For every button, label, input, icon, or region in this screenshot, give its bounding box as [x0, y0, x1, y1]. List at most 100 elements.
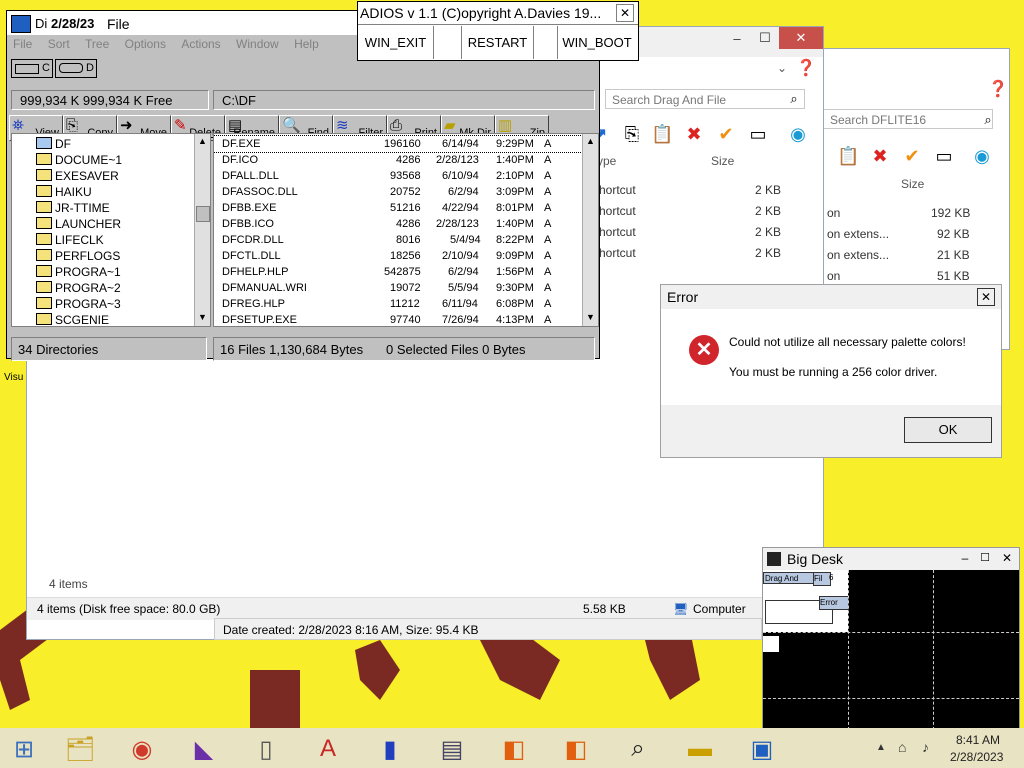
df-app-icon[interactable]: ▣	[738, 731, 786, 767]
tree-item[interactable]: JR-TTIME	[36, 200, 110, 216]
file-row[interactable]: DFASSOC.DLL 20752 6/2/94 3:09PM A	[214, 184, 584, 200]
file-row[interactable]: DFCTL.DLL 18256 2/10/94 9:09PM A	[214, 248, 584, 264]
help-icon[interactable]: ❓	[795, 58, 817, 80]
volume-icon[interactable]: ♪	[922, 739, 929, 755]
menu-tree[interactable]: Tree	[85, 37, 109, 51]
minimize-button[interactable]: –	[957, 550, 973, 566]
file-row[interactable]: DFHELP.HLP 542875 6/2/94 1:56PM A	[214, 264, 584, 280]
close-button[interactable]: ✕	[779, 27, 823, 49]
df-app-icon[interactable]	[11, 15, 31, 33]
column-header-size[interactable]: Size	[711, 154, 734, 168]
close-icon[interactable]: ✕	[616, 4, 634, 22]
rename-icon[interactable]: ▭	[747, 123, 769, 145]
file-explorer-icon[interactable]: 🗂	[56, 731, 104, 767]
windows-logo-app-2-icon[interactable]: ◧	[552, 731, 600, 767]
maximize-button[interactable]: ☐	[751, 27, 779, 49]
copy-icon[interactable]: ⎘	[621, 123, 643, 145]
mini-window[interactable]: Error	[819, 596, 849, 610]
tree-item[interactable]: HAIKU	[36, 184, 92, 200]
tree-item[interactable]: PROGRA~2	[36, 280, 121, 296]
list-item-type[interactable]: hortcut	[599, 246, 636, 260]
file-row[interactable]: DFALL.DLL 93568 6/10/94 2:10PM A	[214, 168, 584, 184]
adios-title-bar[interactable]: ADIOS v 1.1 (C)opyright A.Davies 19... ✕	[358, 2, 638, 25]
tree-item[interactable]: PROGRA~1	[36, 264, 121, 280]
menu-options[interactable]: Options	[125, 37, 166, 51]
list-item-type[interactable]: on	[827, 206, 840, 220]
file-row[interactable]: DFBB.ICO 4286 2/28/123 1:40PM A	[214, 216, 584, 232]
visual-studio-icon[interactable]: ◣	[180, 731, 228, 767]
search-icon[interactable]: ⌕	[977, 109, 999, 131]
list-item-type[interactable]: hortcut	[599, 204, 636, 218]
scroll-up-icon[interactable]: ▲	[586, 136, 595, 146]
tree-item[interactable]: PROGRA~3	[36, 296, 121, 312]
error-dialog[interactable]: Error ✕ ✕ Could not utilize all necessar…	[660, 284, 1002, 458]
windows-start-icon[interactable]: ⊞	[0, 731, 48, 767]
file-row[interactable]: DF.ICO 4286 2/28/123 1:40PM A	[214, 152, 584, 168]
restart-button[interactable]: RESTART	[462, 26, 534, 59]
error-title-bar[interactable]: Error ✕	[661, 285, 1001, 309]
virtual-desktop-map[interactable]: Drag And Fil 6 Error	[763, 570, 1019, 730]
file-row[interactable]: DFMANUAL.WRI 19072 5/5/94 9:30PM A	[214, 280, 584, 296]
magnifier-app-icon[interactable]: ⌕	[614, 731, 662, 767]
file-list[interactable]: DF.EXE 196160 6/14/94 9:29PM A DF.ICO 4286 2/2…	[213, 133, 599, 327]
file-row[interactable]: DFBB.EXE 51216 4/22/94 8:01PM A	[214, 200, 584, 216]
drive-d-button[interactable]: D	[55, 59, 97, 78]
scroll-up-icon[interactable]: ▲	[198, 136, 207, 146]
network-icon[interactable]: ⌂	[898, 739, 906, 755]
close-icon[interactable]: ✕	[977, 288, 995, 306]
properties-icon[interactable]: ◉	[787, 123, 809, 145]
menu-window[interactable]: Window	[236, 37, 279, 51]
virtual-desktop-tile[interactable]	[763, 636, 779, 652]
win-boot-button[interactable]: WIN_BOOT	[558, 26, 636, 59]
paste-icon[interactable]: 📋	[651, 123, 673, 145]
clock-time[interactable]: 8:41 AM	[956, 733, 1000, 747]
properties-icon[interactable]: ◉	[971, 145, 993, 167]
tree-item[interactable]: EXESAVER	[36, 168, 119, 184]
close-button[interactable]: ✕	[999, 550, 1015, 566]
search-input[interactable]: Search Drag And File	[605, 89, 805, 109]
checkmark-icon[interactable]: ✔	[715, 123, 737, 145]
chrome-icon[interactable]: ◉	[118, 731, 166, 767]
ok-button[interactable]: OK	[904, 417, 992, 443]
column-header-size[interactable]: Size	[901, 177, 924, 191]
df-window[interactable]: Di 2/28/23 File File Sort Tree Options A…	[6, 10, 600, 361]
file-row[interactable]: DFREG.HLP 11212 6/11/94 6:08PM A	[214, 296, 584, 312]
taxi-app-icon[interactable]: ▬	[676, 731, 724, 767]
file-list-scrollbar[interactable]: ▲ ▼	[582, 134, 598, 326]
list-item-type[interactable]: on extens...	[827, 248, 889, 262]
tree-item[interactable]: LAUNCHER	[36, 216, 121, 232]
paste-icon[interactable]: 📋	[837, 145, 859, 167]
usb-app-icon[interactable]: ▮	[366, 731, 414, 767]
minimize-button[interactable]: –	[723, 27, 751, 49]
text-editor-icon[interactable]: ▤	[428, 731, 476, 767]
delete-icon[interactable]: ✖	[683, 123, 705, 145]
menu-help[interactable]: Help	[294, 37, 319, 51]
menu-file[interactable]: File	[13, 37, 32, 51]
adios-window[interactable]: ADIOS v 1.1 (C)opyright A.Davies 19... ✕…	[357, 1, 639, 61]
file-row[interactable]: DFCDR.DLL 8016 5/4/94 8:22PM A	[214, 232, 584, 248]
directory-tree[interactable]: DF DOCUME~1 EXESAVER HAIKU JR-TTIME LAUN…	[11, 133, 211, 327]
show-hidden-icons-icon[interactable]: ▲	[876, 742, 886, 753]
chevron-down-icon[interactable]: ⌄	[771, 57, 793, 79]
tree-item[interactable]: SCGENIE	[36, 312, 109, 326]
scroll-down-icon[interactable]: ▼	[586, 312, 595, 322]
file-row-selected[interactable]: DF.EXE 196160 6/14/94 9:29PM A	[214, 135, 585, 153]
maximize-button[interactable]: ☐	[977, 550, 993, 566]
file-row[interactable]: DFSETUP.EXE 97740 7/26/94 4:13PM A	[214, 312, 584, 326]
delete-icon[interactable]: ✖	[869, 145, 891, 167]
clock-date[interactable]: 2/28/2023	[950, 750, 1003, 764]
list-item-type[interactable]: on extens...	[827, 227, 889, 241]
tree-item[interactable]: PERFLOGS	[36, 248, 120, 264]
list-item-type[interactable]: on	[827, 269, 840, 283]
help-icon[interactable]: ❓	[987, 79, 1009, 101]
desktop-shortcut-label[interactable]: Visu	[4, 372, 23, 383]
list-item-type[interactable]: hortcut	[599, 225, 636, 239]
rename-icon[interactable]: ▭	[933, 145, 955, 167]
tree-item[interactable]: DOCUME~1	[36, 152, 122, 168]
tree-item[interactable]: LIFECLK	[36, 232, 104, 248]
checkmark-icon[interactable]: ✔	[901, 145, 923, 167]
search-input[interactable]: Search DFLITE16	[823, 109, 993, 129]
mini-window[interactable]: Drag And	[763, 572, 815, 584]
font-app-icon[interactable]: A	[304, 731, 352, 767]
search-icon[interactable]: ⌕	[783, 88, 805, 110]
